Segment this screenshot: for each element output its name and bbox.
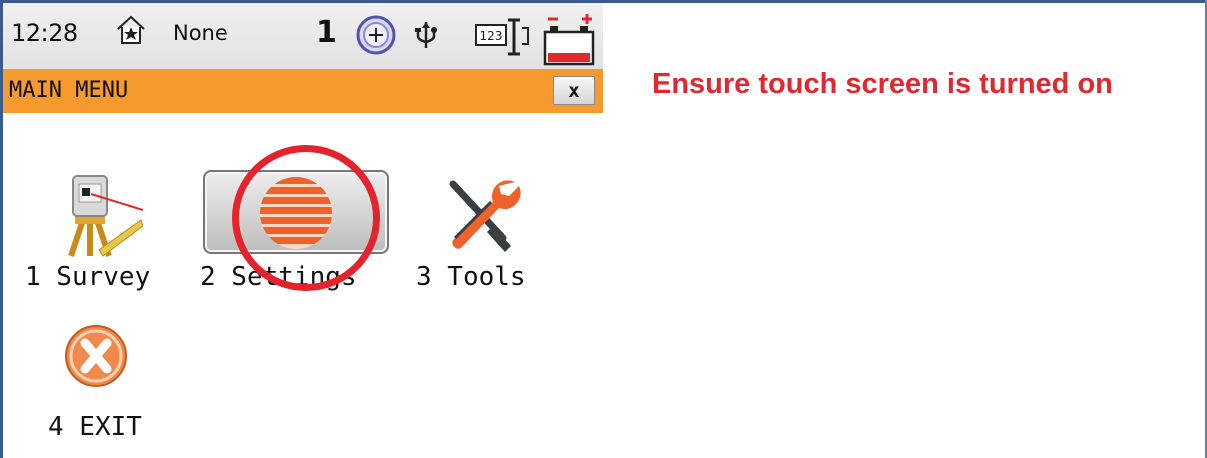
survey-label[interactable]: 1 Survey [25,262,150,292]
status-count: 1 [316,15,337,50]
svg-text:123: 123 [480,29,503,43]
settings-label[interactable]: 2 Settings [200,262,357,292]
page-title: MAIN MENU [9,78,129,103]
menu-item-tools[interactable] [431,166,531,256]
star-house-icon [114,13,148,47]
device-screen: 12:28 None 1 123 MAIN MENU x 1 Survey 2 … [3,3,603,458]
title-bar: MAIN MENU x [3,69,603,113]
keyboard-123-icon: 123 [474,16,534,58]
survey-instrument-icon [51,172,144,262]
tools-icon [445,176,521,258]
battery-icon [542,9,598,67]
close-button[interactable]: x [553,76,595,105]
exit-icon [63,323,129,393]
status-bar: 12:28 None 1 123 [3,3,603,69]
globe-icon [258,175,334,255]
status-mode-text: None [173,21,228,45]
target-icon [355,14,397,56]
status-time: 12:28 [11,19,78,47]
usb-icon [414,20,438,50]
instruction-annotation: Ensure touch screen is turned on [652,68,1113,100]
exit-label[interactable]: 4 EXIT [48,412,142,442]
tools-label[interactable]: 3 Tools [416,262,526,292]
menu-item-survey[interactable] [45,166,165,257]
menu-item-exit[interactable] [63,323,129,389]
